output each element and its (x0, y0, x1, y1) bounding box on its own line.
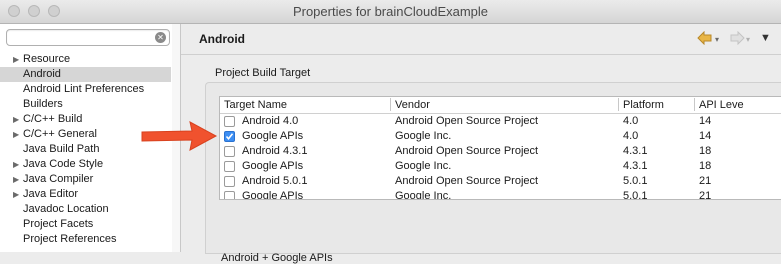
clear-search-icon[interactable]: ✕ (155, 32, 166, 43)
tree-item-label: Java Code Style (23, 158, 104, 170)
api-level-cell: 18 (699, 145, 712, 157)
api-level-cell: 14 (699, 130, 712, 142)
tree-item[interactable]: ▶ Java Editor (0, 187, 180, 202)
tree-item-label: C/C++ General (23, 128, 97, 140)
group-label: Project Build Target (215, 67, 311, 79)
tree-item-label: Builders (23, 98, 63, 110)
api-level-cell: 21 (699, 175, 712, 187)
page-header: Android ▾ ▾ ▼ (181, 24, 781, 55)
window-titlebar: Properties for brainCloudExample (0, 0, 781, 24)
tree-item-label: Resource (23, 53, 71, 65)
column-header-target-name[interactable]: Target Name (224, 98, 287, 112)
platform-cell: 4.3.1 (623, 160, 648, 172)
table-row[interactable]: Google APIs Google Inc. 4.3.1 18 (220, 159, 781, 174)
target-checkbox[interactable] (224, 161, 235, 172)
table-row[interactable]: Android 4.0 Android Open Source Project 4.… (220, 114, 781, 129)
target-name-cell: Android 5.0.1 (242, 175, 308, 187)
vendor-cell: Google Inc. (395, 130, 452, 142)
view-menu-icon[interactable]: ▼ (760, 32, 771, 44)
platform-cell: 4.0 (623, 130, 639, 142)
build-target-table: Target Name Vendor Platform API Leve And… (219, 96, 781, 200)
target-checkbox[interactable] (224, 191, 235, 199)
target-checkbox[interactable] (224, 176, 235, 187)
platform-cell: 5.0.1 (623, 175, 648, 187)
column-header-vendor[interactable]: Vendor (395, 98, 430, 112)
expand-triangle-icon[interactable]: ▶ (13, 172, 19, 187)
target-name-cell: Android 4.3.1 (242, 145, 308, 157)
selected-target-label: Android + Google APIs (221, 252, 333, 264)
tree-item-label: Java Compiler (23, 173, 94, 185)
expand-triangle-icon[interactable]: ▶ (13, 52, 19, 67)
table-row[interactable]: Android 4.3.1 Android Open Source Project… (220, 144, 781, 159)
forward-arrow-icon[interactable] (727, 30, 745, 48)
property-page: Android ▾ ▾ ▼ Project Build Target Targe… (181, 24, 781, 264)
expand-triangle-icon[interactable]: ▶ (13, 127, 19, 142)
checkmark-icon (225, 133, 234, 141)
target-name-cell: Google APIs (242, 160, 304, 172)
tree-item-label: Java Editor (23, 188, 79, 200)
target-checkbox[interactable] (224, 116, 235, 127)
tree-item[interactable]: ▶ Resource (0, 52, 180, 67)
api-level-cell: 18 (699, 160, 712, 172)
api-level-cell: 21 (699, 190, 712, 200)
tree-item[interactable]: Builders (0, 97, 180, 112)
vendor-cell: Android Open Source Project (395, 145, 539, 157)
table-row[interactable]: Google APIs Google Inc. 5.0.1 21 (220, 189, 781, 200)
window-title: Properties for brainCloudExample (292, 4, 489, 19)
tree-item[interactable]: Project Facets (0, 217, 180, 232)
column-header-api-level[interactable]: API Leve (699, 98, 744, 112)
expand-triangle-icon[interactable]: ▶ (13, 112, 19, 127)
target-name-cell: Google APIs (242, 130, 304, 142)
vendor-cell: Google Inc. (395, 160, 452, 172)
expand-triangle-icon[interactable]: ▶ (13, 187, 19, 202)
chevron-down-icon[interactable]: ▾ (715, 35, 719, 44)
platform-cell: 4.3.1 (623, 145, 648, 157)
table-header: Target Name Vendor Platform API Leve (220, 97, 781, 114)
target-checkbox[interactable] (224, 131, 235, 142)
tree-item-label: Android (23, 68, 61, 80)
build-target-group: Target Name Vendor Platform API Leve And… (205, 82, 781, 264)
platform-cell: 5.0.1 (623, 190, 648, 200)
tree-item-label: Javadoc Location (23, 203, 109, 215)
back-arrow-icon[interactable] (697, 30, 715, 48)
platform-cell: 4.0 (623, 115, 639, 127)
tree-item-label: Project Facets (23, 218, 94, 230)
tree-item[interactable]: Project References (0, 232, 180, 247)
column-header-platform[interactable]: Platform (623, 98, 664, 112)
tree-item-label: Android Lint Preferences (23, 83, 145, 95)
tree-item[interactable]: Android Lint Preferences (0, 82, 180, 97)
filter-input[interactable]: ✕ (6, 29, 170, 46)
chevron-down-icon[interactable]: ▾ (746, 35, 750, 44)
target-checkbox[interactable] (224, 146, 235, 157)
page-title: Android (199, 32, 245, 46)
table-row[interactable]: Google APIs Google Inc. 4.0 14 (220, 129, 781, 144)
tree-item[interactable]: Javadoc Location (0, 202, 180, 217)
target-name-cell: Android 4.0 (242, 115, 299, 127)
tree-item-label: Java Build Path (23, 143, 100, 155)
api-level-cell: 14 (699, 115, 712, 127)
tree-item-label: C/C++ Build (23, 113, 83, 125)
vendor-cell: Android Open Source Project (395, 115, 539, 127)
red-pointer-arrow-icon (141, 121, 218, 151)
expand-triangle-icon[interactable]: ▶ (13, 157, 19, 172)
target-name-cell: Google APIs (242, 190, 304, 200)
table-row[interactable]: Android 5.0.1 Android Open Source Project… (220, 174, 781, 189)
tree-item[interactable]: ▶ Java Code Style (0, 157, 180, 172)
vendor-cell: Android Open Source Project (395, 175, 539, 187)
tree-item-label: Project References (23, 233, 117, 245)
vendor-cell: Google Inc. (395, 190, 452, 200)
tree-item[interactable]: Android (0, 67, 171, 82)
tree-item[interactable]: ▶ Java Compiler (0, 172, 180, 187)
